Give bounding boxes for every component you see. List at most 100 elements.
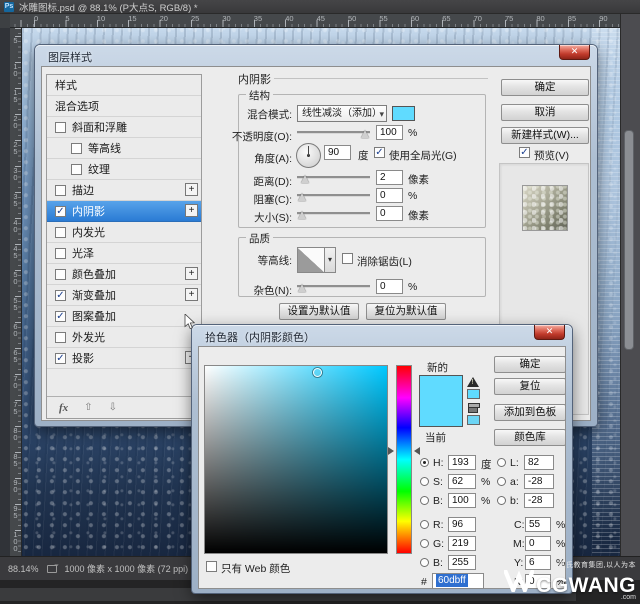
angle-value[interactable]: 90 <box>324 145 351 160</box>
style-checkbox[interactable]: ✓ <box>55 310 66 322</box>
s-value[interactable]: 62 <box>448 474 476 489</box>
move-down-icon[interactable]: ⇩ <box>109 402 117 413</box>
style-checkbox[interactable] <box>55 121 66 133</box>
a-radio[interactable] <box>497 477 506 486</box>
style-list-item[interactable]: 样式 <box>47 75 201 96</box>
zoom-level[interactable]: 88.14% <box>8 564 39 574</box>
style-list-item[interactable]: 内发光 <box>47 222 201 243</box>
r-value[interactable]: 96 <box>448 517 476 532</box>
style-list-item[interactable]: 混合选项 <box>47 96 201 117</box>
add-to-swatches-button[interactable]: 添加到色板 <box>494 404 566 421</box>
hue-marker-right-icon[interactable] <box>414 447 420 455</box>
style-list-item[interactable]: 外发光 <box>47 327 201 348</box>
h-value[interactable]: 193 <box>448 455 476 470</box>
noise-value[interactable]: 0 <box>376 279 403 294</box>
cancel-button[interactable]: 取消 <box>501 104 589 121</box>
distance-value[interactable]: 2 <box>376 170 403 185</box>
style-list-item[interactable]: 等高线 <box>47 138 201 159</box>
l-radio[interactable] <box>497 458 506 467</box>
s-radio[interactable] <box>420 477 429 486</box>
shadow-color-swatch[interactable] <box>392 106 415 121</box>
angle-dial[interactable] <box>296 143 321 168</box>
style-checkbox[interactable] <box>71 142 82 154</box>
style-list-item[interactable]: 光泽 <box>47 243 201 264</box>
saturation-brightness-field[interactable] <box>204 365 388 554</box>
opacity-slider[interactable] <box>297 126 370 140</box>
document-info[interactable]: 1000 像素 x 1000 像素 (72 ppi) <box>65 562 189 575</box>
style-list-item[interactable]: 描边 + <box>47 180 201 201</box>
choke-value[interactable]: 0 <box>376 188 403 203</box>
move-up-icon[interactable]: ⇧ <box>84 402 92 413</box>
blend-mode-select[interactable]: 线性减淡（添加） ▾ <box>297 105 387 122</box>
anti-alias-checkbox[interactable] <box>342 253 353 264</box>
a-value[interactable]: -28 <box>524 474 554 489</box>
style-checkbox[interactable]: ✓ <box>55 205 66 217</box>
global-light-checkbox[interactable]: ✓ <box>374 147 385 158</box>
noise-slider[interactable] <box>297 280 370 294</box>
b-rgb-radio[interactable] <box>420 558 429 567</box>
preview-checkbox[interactable]: ✓ <box>519 147 530 158</box>
vertical-scrollbar[interactable] <box>624 130 634 350</box>
size-value[interactable]: 0 <box>376 206 403 221</box>
style-checkbox[interactable]: ✓ <box>55 289 66 301</box>
ok-button[interactable]: 确定 <box>494 356 566 373</box>
g-value[interactable]: 219 <box>448 536 476 551</box>
style-checkbox[interactable] <box>55 226 66 238</box>
h-radio[interactable] <box>420 458 429 467</box>
choke-slider[interactable] <box>297 189 370 203</box>
gamut-swatch[interactable] <box>467 389 480 399</box>
gamut-warning-icon[interactable] <box>467 377 479 387</box>
style-checkbox[interactable] <box>55 184 66 196</box>
contour-dropdown-icon[interactable]: ▾ <box>325 247 336 273</box>
c-value[interactable]: 55 <box>525 517 551 532</box>
slider-thumb[interactable] <box>301 175 310 183</box>
style-checkbox[interactable] <box>55 268 66 280</box>
add-instance-icon[interactable]: + <box>185 288 198 301</box>
b-radio[interactable] <box>420 496 429 505</box>
new-style-button[interactable]: 新建样式(W)... <box>501 127 589 144</box>
style-checkbox[interactable] <box>55 247 66 259</box>
add-instance-icon[interactable]: + <box>185 204 198 217</box>
web-safe-cube-icon[interactable] <box>468 403 480 413</box>
contour-thumbnail[interactable] <box>297 247 325 273</box>
reset-button[interactable]: 复位 <box>494 378 566 395</box>
style-list-item[interactable]: 颜色叠加 + <box>47 264 201 285</box>
set-default-button[interactable]: 设置为默认值 <box>279 303 359 320</box>
web-colors-only-checkbox[interactable] <box>206 561 217 572</box>
style-list-item[interactable]: 斜面和浮雕 <box>47 117 201 138</box>
style-checkbox[interactable] <box>55 331 66 343</box>
slider-thumb[interactable] <box>297 193 306 201</box>
close-button[interactable]: ✕ <box>559 45 590 60</box>
opacity-value[interactable]: 100 <box>376 125 403 140</box>
g-radio[interactable] <box>420 539 429 548</box>
b-rgb-value[interactable]: 255 <box>448 555 476 570</box>
m-value[interactable]: 0 <box>525 536 551 551</box>
web-safe-swatch[interactable] <box>467 415 480 425</box>
b-lab-value[interactable]: -28 <box>524 493 554 508</box>
fx-icon[interactable]: fx <box>59 402 68 414</box>
style-list-item[interactable]: ✓ 图案叠加 <box>47 306 201 327</box>
add-instance-icon[interactable]: + <box>185 267 198 280</box>
color-libraries-button[interactable]: 颜色库 <box>494 429 566 446</box>
style-list-item[interactable]: 纹理 <box>47 159 201 180</box>
close-button[interactable]: ✕ <box>534 325 565 340</box>
b-lab-radio[interactable] <box>497 496 506 505</box>
slider-thumb[interactable] <box>297 284 306 292</box>
add-instance-icon[interactable]: + <box>185 183 198 196</box>
l-value[interactable]: 82 <box>524 455 554 470</box>
ok-button[interactable]: 确定 <box>501 79 589 96</box>
size-slider[interactable] <box>297 207 370 221</box>
hue-slider[interactable] <box>396 365 412 554</box>
b-value[interactable]: 100 <box>448 493 476 508</box>
style-checkbox[interactable] <box>71 163 82 175</box>
hex-input[interactable]: 60dbff <box>432 573 484 589</box>
slider-thumb[interactable] <box>297 211 306 219</box>
distance-slider[interactable] <box>297 171 370 185</box>
reset-default-button[interactable]: 复位为默认值 <box>366 303 446 320</box>
hue-marker-left-icon[interactable] <box>388 447 394 455</box>
style-checkbox[interactable]: ✓ <box>55 352 66 364</box>
style-list-item[interactable]: ✓投影+ <box>47 348 201 369</box>
slider-thumb[interactable] <box>361 130 369 138</box>
style-list-item[interactable]: ✓ 渐变叠加 + <box>47 285 201 306</box>
style-list-item[interactable]: ✓ 内阴影 + <box>47 201 201 222</box>
